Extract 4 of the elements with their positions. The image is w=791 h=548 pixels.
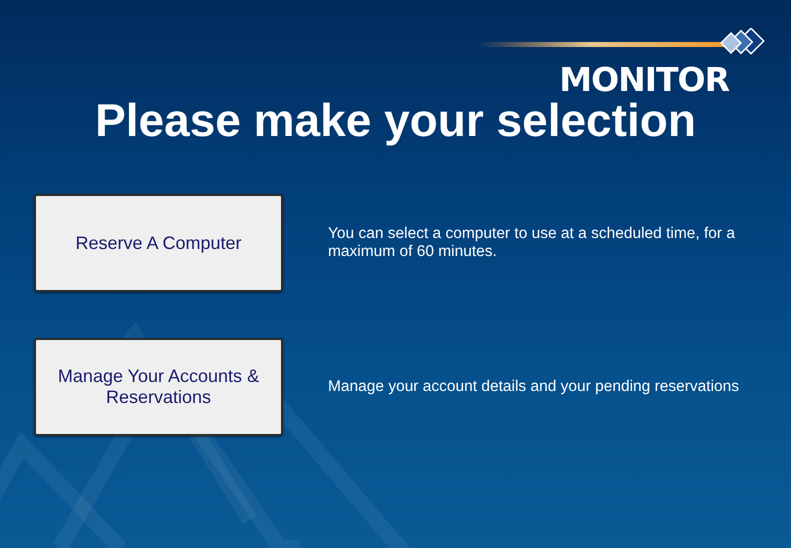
option-description: You can select a computer to use at a scheduled time, for a maximum of 60 minutes. — [328, 225, 736, 261]
option-button[interactable]: Manage Your Accounts & Reservations — [34, 338, 283, 436]
option-button[interactable]: Reserve A Computer — [34, 194, 283, 292]
option-description: Manage your account details and your pending reservations — [328, 378, 740, 396]
